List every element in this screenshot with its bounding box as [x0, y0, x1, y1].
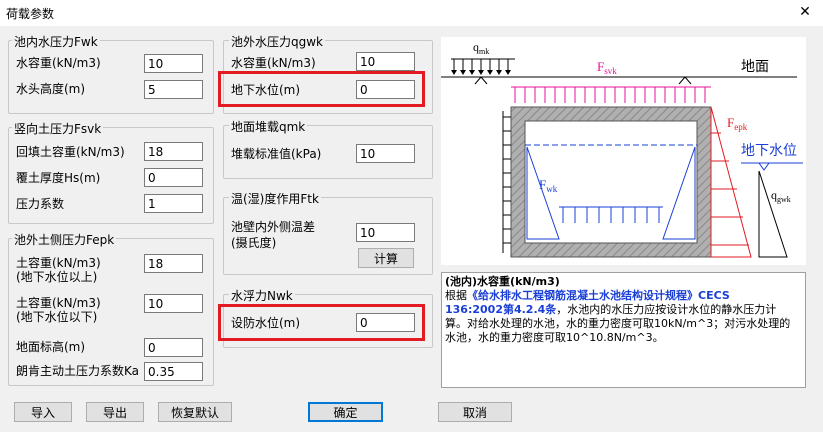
group-fwk	[8, 40, 214, 114]
export-button[interactable]: 导出	[86, 402, 144, 422]
fwk-bottom-arrows	[559, 206, 663, 223]
fepk-rankine-ka-input[interactable]	[144, 362, 203, 381]
fepk-ground-elevation-label: 地面标高(m)	[16, 340, 86, 354]
ftk-temp-diff-input[interactable]	[356, 223, 415, 242]
qgwk-groundwater-level-label: 地下水位(m)	[231, 83, 301, 97]
groundwater-marker	[758, 162, 770, 171]
left-wall-arrows	[502, 111, 511, 253]
group-fwk-title: 池内水压力Fwk	[12, 33, 100, 50]
close-icon[interactable]: ✕	[795, 2, 815, 22]
ground-label: 地面	[741, 58, 769, 74]
cancel-button[interactable]: 取消	[438, 402, 512, 422]
description-line-3: 算。对给水处理的水池，水的重力密度可取10kN/m^3；对污水处理的	[445, 317, 791, 330]
fepk-soil-density-above-sub: (地下水位以上)	[16, 270, 98, 284]
description-line-1: 根据《给水排水工程钢筋混凝土水池结构设计规程》CECS	[445, 289, 730, 302]
fsvk-cover-thickness-label: 覆土厚度Hs(m)	[16, 171, 101, 185]
fwk-water-density-label: 水容重(kN/m3)	[16, 56, 101, 70]
group-fsvk-title: 竖向土压力Fsvk	[12, 120, 104, 137]
fsvk-pressure-coef-label: 压力系数	[16, 197, 65, 211]
group-qmk-title: 地面堆载qmk	[229, 118, 308, 135]
fsvk-cover-thickness-input[interactable]	[144, 168, 203, 187]
qgwk-label: qgwk	[771, 188, 791, 204]
fsvk-label: Fsvk	[597, 59, 617, 76]
description-title: (池内)水容重(kN/m3)	[445, 275, 560, 288]
qgwk-groundwater-level-input[interactable]	[356, 80, 415, 99]
fsvk-arrows	[511, 86, 711, 103]
title-bar: 荷载参数 ✕	[0, 0, 823, 26]
groundwater-label: 地下水位	[741, 142, 797, 158]
qgwk-water-density-input[interactable]	[356, 52, 415, 71]
fepk-ground-elevation-input[interactable]	[144, 338, 203, 357]
group-nwk-title: 水浮力Nwk	[229, 287, 295, 304]
qgwk-triangle	[758, 170, 788, 258]
load-diagram: qmk 地面 Fsvk Fwk Fepk 地下水位 qgwk	[441, 37, 806, 265]
parameter-description: (池内)水容重(kN/m3) 根据《给水排水工程钢筋混凝土水池结构设计规程》CE…	[441, 272, 806, 388]
qgwk-water-density-label: 水容重(kN/m3)	[231, 56, 316, 70]
fepk-soil-density-below-label: 土容重(kN/m3)	[16, 296, 101, 310]
nwk-design-water-level-input[interactable]	[356, 313, 415, 332]
qmk-label: qmk	[473, 40, 489, 56]
fsvk-pressure-coef-input[interactable]	[144, 194, 203, 213]
fwk-head-height-input[interactable]	[144, 80, 203, 99]
fepk-soil-density-above-input[interactable]	[144, 254, 203, 273]
ok-button[interactable]: 确定	[308, 402, 383, 422]
nwk-design-water-level-label: 设防水位(m)	[231, 316, 301, 330]
calculate-button[interactable]: 计算	[358, 248, 414, 268]
group-fepk-title: 池外土侧压力Fepk	[12, 231, 117, 248]
restore-defaults-button[interactable]: 恢复默认	[158, 402, 232, 422]
fsvk-fill-density-label: 回填土容重(kN/m3)	[16, 145, 125, 159]
fwk-head-height-label: 水头高度(m)	[16, 82, 86, 96]
fepk-soil-density-below-sub: (地下水位以下)	[16, 310, 98, 324]
qmk-standard-value-input[interactable]	[356, 144, 415, 163]
fepk-soil-density-above-label: 土容重(kN/m3)	[16, 256, 101, 270]
pool-interior	[524, 120, 698, 244]
fwk-water-density-input[interactable]	[144, 54, 203, 73]
description-line-4: 水池，水的重力密度可取10^10.8N/m^3。	[445, 331, 664, 344]
ftk-temp-diff-sub: (摄氏度)	[231, 236, 277, 250]
group-qgwk-title: 池外水压力qgwk	[229, 33, 325, 50]
fepk-rankine-ka-label: 朗肯主动土压力系数Ka	[16, 364, 140, 378]
ftk-temp-diff-label: 池壁内外侧温差	[231, 220, 316, 234]
fepk-label: Fepk	[727, 115, 748, 132]
window-title: 荷载参数	[6, 7, 55, 21]
group-ftk-title: 温(湿)度作用Ftk	[229, 190, 321, 207]
description-line-2: 136:2002第4.2.4条，水池内的水压力应按设计水位的静水压力计	[445, 303, 777, 316]
fsvk-fill-density-input[interactable]	[144, 142, 203, 161]
qmk-standard-value-label: 堆载标准值(kPa)	[231, 147, 322, 161]
import-button[interactable]: 导入	[14, 402, 72, 422]
fepk-soil-density-below-input[interactable]	[144, 294, 203, 313]
